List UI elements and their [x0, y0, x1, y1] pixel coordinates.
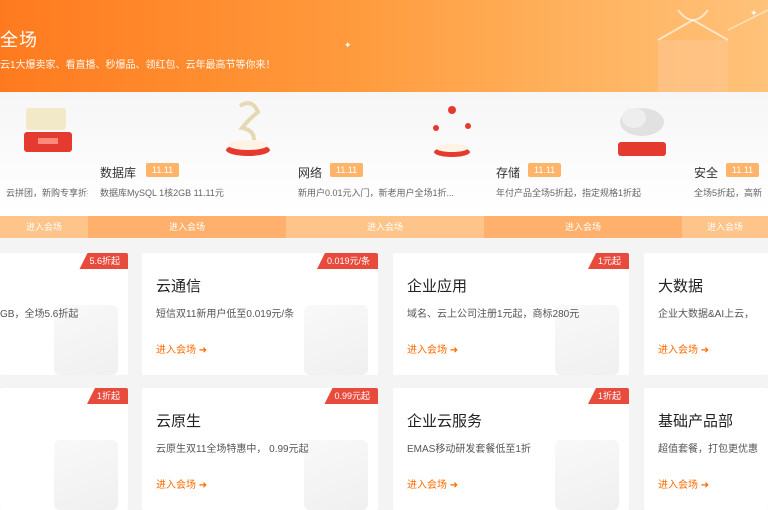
- product-badge: 11.11: [330, 163, 364, 177]
- sparkle-icon: ✦: [344, 40, 352, 50]
- enter-venue-button[interactable]: 进入会场: [286, 216, 484, 238]
- product-desc: 云拼团，新购专享折扣礼包: [6, 188, 88, 198]
- product-desc: 年付产品全场5折起，指定规格1折起: [496, 188, 642, 198]
- network-icon: [433, 106, 471, 157]
- card-illustration: [304, 305, 368, 375]
- product-card-database[interactable]: 数据库 11.11 数据库MySQL 1核2GB 11.11元 进入会场: [88, 92, 286, 238]
- enter-venue-button[interactable]: 进入会场: [88, 216, 286, 238]
- enter-venue-link[interactable]: 进入会场 ➜: [658, 341, 709, 356]
- enter-venue-link[interactable]: 进入会场 ➜: [658, 476, 709, 491]
- product-name: 安全: [694, 166, 719, 180]
- card-desc: EMAS移动研发套餐低至1折: [407, 444, 531, 455]
- venue-card-enterprise-cloud[interactable]: 1折起 企业云服务 EMAS移动研发套餐低至1折 进入会场 ➜: [393, 388, 629, 510]
- discount-tag: 1元起: [587, 253, 629, 269]
- product-icon: [24, 108, 72, 152]
- product-card-security[interactable]: 安全 11.11 全场5折起，高新 进入会场: [682, 92, 768, 238]
- card-desc: 短信双11新用户低至0.019元/条: [156, 309, 295, 320]
- card-title: 基础产品部: [658, 413, 734, 430]
- banner-title: 全场: [0, 30, 38, 50]
- discount-tag: 5.6折起: [79, 253, 128, 269]
- card-illustration: [54, 440, 118, 510]
- discount-tag: 1折起: [587, 388, 629, 404]
- gift-box-icon: [657, 9, 768, 92]
- card-title: 云原生: [156, 413, 202, 430]
- venue-card-cloud-native[interactable]: 0.99元起 云原生 云原生双11全场特惠中， 0.99元起 进入会场 ➜: [142, 388, 378, 510]
- venue-card[interactable]: 1折起: [0, 388, 128, 510]
- card-desc: 云原生双11全场特惠中， 0.99元起: [156, 444, 309, 455]
- venue-card-enterprise-apps[interactable]: 1元起 企业应用 域名、云上公司注册1元起，商标280元 进入会场 ➜: [393, 253, 629, 375]
- database-icon: [226, 101, 270, 156]
- banner-subtitle: 云1大爆卖家、看直播、秒爆品、领红包、云年最高节等你来！: [0, 60, 276, 71]
- promo-banner: 全场 云1大爆卖家、看直播、秒爆品、领红包、云年最高节等你来！ ✦ ✦: [0, 0, 768, 92]
- card-desc: 域名、云上公司注册1元起，商标280元: [407, 309, 580, 320]
- card-title: 企业云服务: [407, 413, 483, 430]
- product-name: 数据库: [100, 166, 137, 180]
- card-title: 企业应用: [407, 278, 468, 295]
- venue-card-big-data[interactable]: 大数据 企业大数据&AI上云， 进入会场 ➜: [644, 253, 768, 375]
- enter-venue-link[interactable]: 进入会场 ➜: [156, 341, 207, 356]
- product-desc: 数据库MySQL 1核2GB 11.11元: [100, 188, 224, 198]
- product-badge: 11.11: [146, 163, 180, 177]
- card-desc: 企业大数据&AI上云，: [658, 309, 755, 320]
- card-desc: 超值套餐，打包更优惠: [658, 444, 758, 455]
- card-illustration: [304, 440, 368, 510]
- enter-venue-link[interactable]: 进入会场 ➜: [407, 476, 458, 491]
- card-title: 大数据: [658, 278, 704, 295]
- venue-card-basic-products[interactable]: 基础产品部 超值套餐，打包更优惠 进入会场 ➜: [644, 388, 768, 510]
- product-desc: 新用户0.01元入门，新老用户全场1折...: [298, 188, 455, 198]
- card-illustration: [555, 440, 619, 510]
- discount-tag: 0.99元起: [324, 388, 378, 404]
- product-category-row: 云拼团，新购专享折扣礼包 进入会场 数据库 11.11 数据库MySQL 1核2…: [0, 92, 768, 238]
- venue-card-cloud-comm[interactable]: 0.019元/条 云通信 短信双11新用户低至0.019元/条 进入会场 ➜: [142, 253, 378, 375]
- product-name: 存储: [496, 166, 521, 180]
- product-name: 网络: [298, 166, 323, 180]
- card-desc: GB，全场5.6折起: [0, 309, 79, 320]
- enter-venue-button[interactable]: 进入会场: [0, 216, 88, 238]
- enter-venue-button[interactable]: 进入会场: [682, 216, 768, 238]
- enter-venue-link[interactable]: 进入会场 ➜: [156, 476, 207, 491]
- cloud-storage-icon: [618, 108, 666, 156]
- enter-venue-link[interactable]: 进入会场 ➜: [407, 341, 458, 356]
- discount-tag: 0.019元/条: [316, 253, 378, 269]
- product-card-network[interactable]: 网络 11.11 新用户0.01元入门，新老用户全场1折... 进入会场: [286, 92, 484, 238]
- product-card-compute[interactable]: 云拼团，新购专享折扣礼包 进入会场: [0, 92, 88, 238]
- venue-card[interactable]: 5.6折起 GB，全场5.6折起: [0, 253, 128, 375]
- product-desc: 全场5折起，高新: [694, 188, 763, 198]
- card-title: 云通信: [156, 278, 202, 295]
- product-badge: 11.11: [726, 163, 760, 177]
- product-card-storage[interactable]: 存储 11.11 年付产品全场5折起，指定规格1折起 进入会场: [484, 92, 682, 238]
- enter-venue-button[interactable]: 进入会场: [484, 216, 682, 238]
- discount-tag: 1折起: [86, 388, 128, 404]
- product-badge: 11.11: [528, 163, 562, 177]
